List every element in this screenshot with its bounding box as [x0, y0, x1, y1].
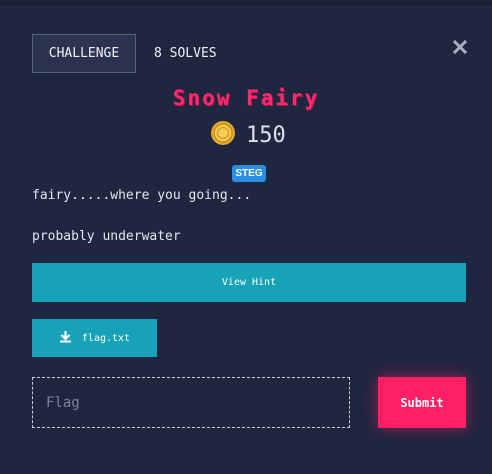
category-badge: STEG: [232, 165, 266, 182]
description-line: fairy.....where you going...: [32, 188, 252, 203]
view-hint-button[interactable]: View Hint: [32, 263, 466, 302]
nav-fragment: — — —: [340, 0, 375, 3]
coin-icon: [210, 120, 236, 150]
nav-fragment: — — —: [200, 0, 235, 3]
description-line: probably underwater: [32, 229, 181, 244]
download-icon: [59, 330, 72, 346]
nav-fragment: — — —: [70, 0, 105, 3]
challenge-title: Snow Fairy: [172, 86, 320, 110]
submit-button[interactable]: Submit: [378, 377, 466, 428]
file-download-button[interactable]: flag.txt: [32, 319, 157, 357]
close-icon[interactable]: [451, 38, 469, 56]
points-value: 150: [246, 122, 286, 148]
tab-challenge[interactable]: CHALLENGE: [32, 34, 136, 73]
tab-solves[interactable]: 8 SOLVES: [154, 34, 217, 73]
flag-input[interactable]: [32, 377, 350, 428]
file-name-label: flag.txt: [81, 332, 131, 344]
points-display: 150: [210, 120, 286, 150]
top-nav-strip: — — — — — — — — —: [0, 0, 492, 6]
